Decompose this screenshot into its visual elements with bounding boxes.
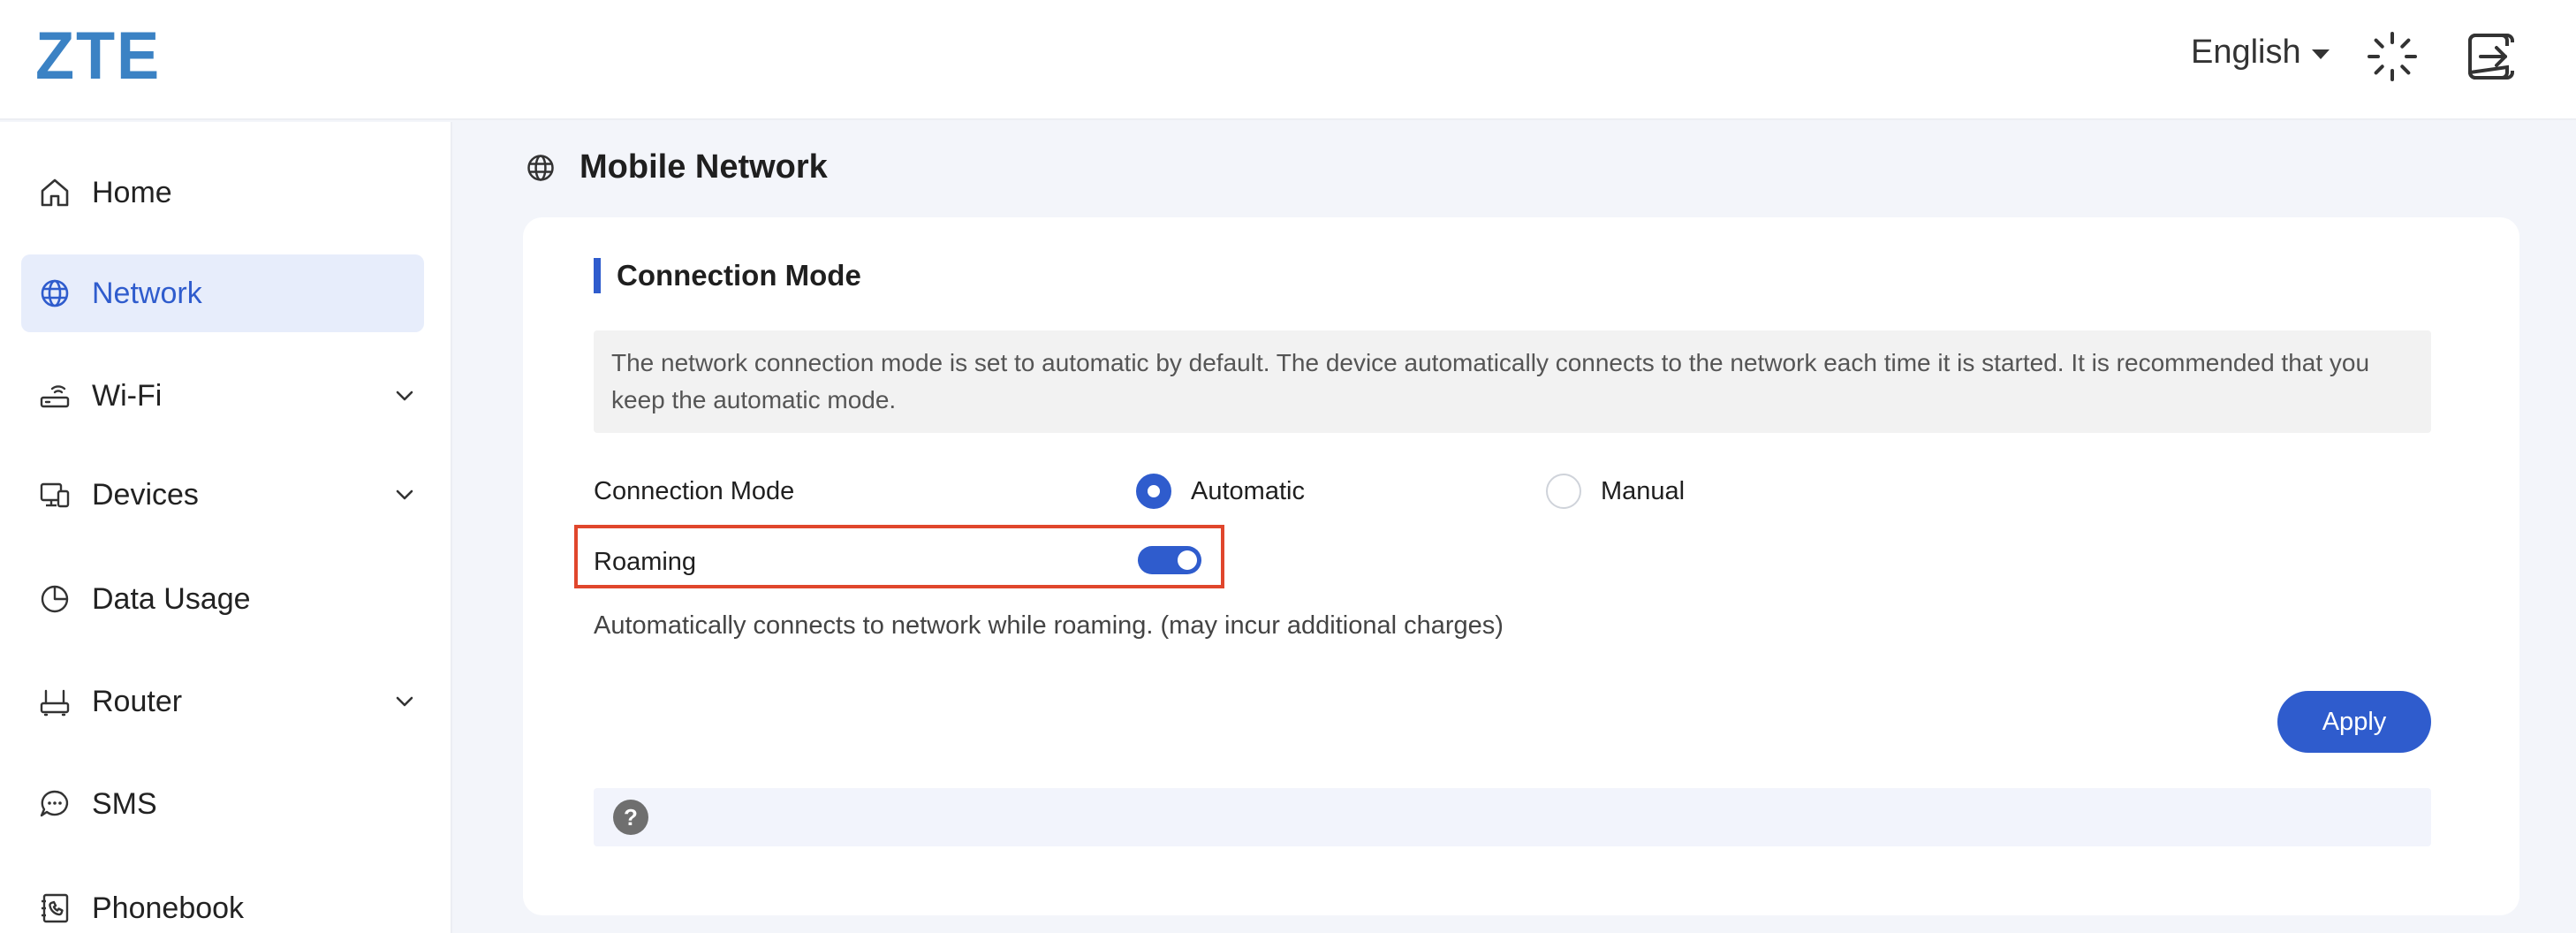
connection-mode-card: Connection Mode The network connection m… (523, 217, 2519, 915)
globe-icon (41, 279, 69, 307)
connection-mode-label: Connection Mode (594, 477, 795, 505)
sidebar-item-label: Network (92, 276, 202, 310)
sidebar-item-data-usage[interactable]: Data Usage (21, 560, 424, 638)
devices-icon (40, 482, 70, 508)
phone-book-icon (42, 893, 69, 923)
notice-box: The network connection mode is set to au… (594, 330, 2431, 433)
sidebar-item-router[interactable]: Router (21, 663, 424, 740)
radio-unchecked-icon (1546, 474, 1581, 509)
sidebar: Home Network Wi-Fi Devices Data Usage Ro… (0, 122, 452, 933)
page-title: Mobile Network (525, 148, 828, 186)
help-bar: ? (594, 788, 2431, 846)
sidebar-item-wifi[interactable]: Wi-Fi (21, 357, 424, 435)
router-box-icon (40, 689, 70, 717)
globe-icon (527, 154, 554, 181)
chevron-down-icon (396, 489, 413, 500)
language-label: English (2191, 34, 2301, 71)
help-icon[interactable]: ? (613, 800, 648, 835)
sidebar-item-label: SMS (92, 786, 157, 821)
sidebar-item-label: Data Usage (92, 581, 251, 616)
radio-label: Automatic (1191, 476, 1305, 505)
roaming-toggle[interactable] (1138, 546, 1201, 574)
radio-manual[interactable]: Manual (1546, 474, 1685, 509)
sidebar-item-phonebook[interactable]: Phonebook (21, 869, 424, 933)
sidebar-item-network[interactable]: Network (21, 254, 424, 332)
sidebar-item-label: Devices (92, 477, 199, 512)
sidebar-item-label: Router (92, 684, 183, 718)
pie-chart-icon (41, 585, 69, 613)
radio-label: Manual (1601, 476, 1686, 505)
sidebar-item-sms[interactable]: SMS (21, 765, 424, 843)
roaming-label: Roaming (594, 548, 697, 576)
sidebar-item-label: Home (92, 175, 172, 209)
apply-button[interactable]: Apply (2277, 691, 2431, 753)
sidebar-item-devices[interactable]: Devices (21, 456, 424, 534)
language-selector[interactable]: English (2191, 34, 2330, 72)
roaming-description: Automatically connects to network while … (594, 611, 1504, 640)
router-icon (40, 385, 70, 408)
radio-automatic[interactable]: Automatic (1136, 474, 1305, 509)
sidebar-item-home[interactable]: Home (21, 154, 424, 231)
page-title-text: Mobile Network (580, 148, 828, 186)
section-title: Connection Mode (594, 258, 861, 293)
chevron-down-icon (396, 696, 413, 707)
chat-icon (40, 790, 69, 817)
logout-icon[interactable] (2465, 30, 2518, 83)
caret-down-icon (2311, 49, 2330, 59)
top-header: ZTE English (0, 0, 2576, 120)
toggle-knob (1178, 550, 1197, 570)
zte-logo: ZTE (35, 19, 162, 94)
chevron-down-icon (396, 391, 413, 401)
radio-checked-icon (1136, 474, 1171, 509)
sidebar-item-label: Phonebook (92, 891, 245, 925)
sidebar-item-label: Wi-Fi (92, 378, 163, 413)
spinner-icon[interactable] (2366, 30, 2419, 83)
home-icon (41, 178, 69, 207)
